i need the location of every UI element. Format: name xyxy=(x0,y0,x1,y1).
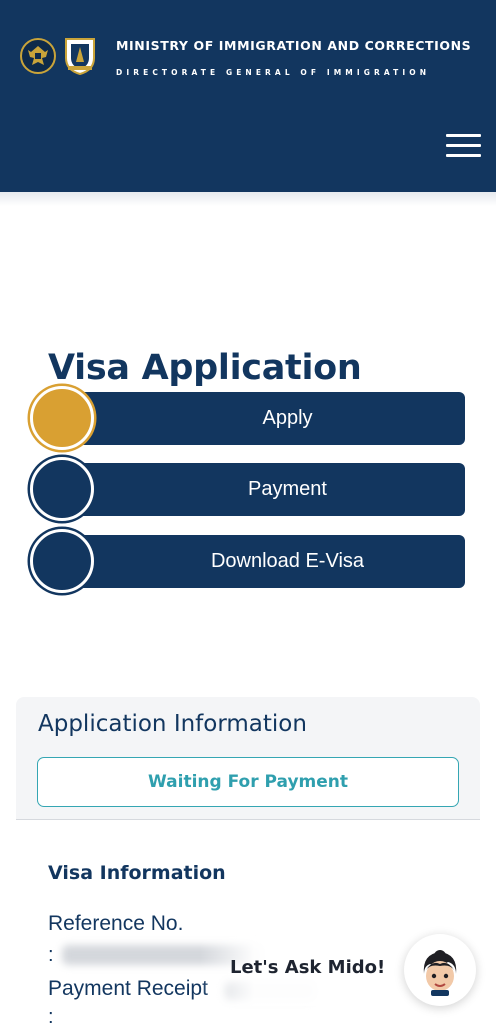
ministry-title: MINISTRY OF IMMIGRATION AND CORRECTIONS xyxy=(116,38,472,53)
step-label: Download E-Visa xyxy=(210,550,365,572)
step-indicator-active xyxy=(30,386,94,450)
status-badge: Waiting For Payment xyxy=(37,757,459,807)
chat-assistant-label[interactable]: Let's Ask Mido! xyxy=(230,957,385,978)
mido-assistant-avatar-icon[interactable] xyxy=(404,934,476,1006)
site-header: MINISTRY OF IMMIGRATION AND CORRECTIONS … xyxy=(0,0,496,192)
divider xyxy=(16,819,480,820)
visa-information-heading: Visa Information xyxy=(48,862,226,884)
application-information-title: Application Information xyxy=(38,711,307,737)
page-title: Visa Application xyxy=(48,348,362,388)
step-indicator xyxy=(30,457,94,521)
header-shadow xyxy=(0,192,496,206)
step-label: Apply xyxy=(262,407,313,429)
reference-number-label: Reference No. xyxy=(48,912,184,935)
mido-face-icon xyxy=(423,950,457,996)
step-apply-button[interactable]: Apply xyxy=(30,386,465,450)
payment-receipt-label: Payment Receipt xyxy=(48,977,208,1000)
hamburger-menu-icon[interactable] xyxy=(446,134,482,158)
step-payment-button[interactable]: Payment xyxy=(30,457,465,521)
garuda-emblem-logo[interactable] xyxy=(20,38,56,74)
immigration-emblem-logo[interactable] xyxy=(62,36,98,76)
reference-number-colon: : xyxy=(48,944,54,966)
step-indicator xyxy=(30,529,94,593)
step-label: Payment xyxy=(248,478,327,500)
step-download-evisa-button[interactable]: Download E-Visa xyxy=(30,529,465,593)
payment-receipt-colon: : xyxy=(48,1006,54,1028)
directorate-subtitle: DIRECTORATE GENERAL OF IMMIGRATION xyxy=(116,68,431,77)
